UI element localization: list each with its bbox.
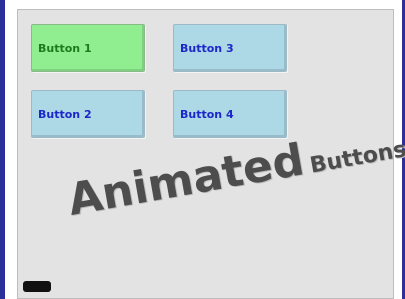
button-4-label: Button 4	[180, 107, 234, 121]
app-frame: Button 1 Button 3 Button 2 Button 4 Anim…	[0, 0, 405, 299]
status-indicator-icon	[23, 281, 51, 292]
button-2-label: Button 2	[38, 107, 92, 121]
button-1-label: Button 1	[38, 41, 92, 55]
button-3[interactable]: Button 3	[173, 24, 287, 72]
title-second-word: Buttons	[308, 137, 405, 179]
button-4[interactable]: Button 4	[173, 90, 287, 138]
button-1[interactable]: Button 1	[31, 24, 145, 72]
frame-left-border	[0, 0, 5, 299]
title-first-word: Animated	[64, 134, 308, 226]
button-2[interactable]: Button 2	[31, 90, 145, 138]
button-3-label: Button 3	[180, 41, 234, 55]
buttons-panel: Button 1 Button 3 Button 2 Button 4 Anim…	[17, 9, 405, 299]
